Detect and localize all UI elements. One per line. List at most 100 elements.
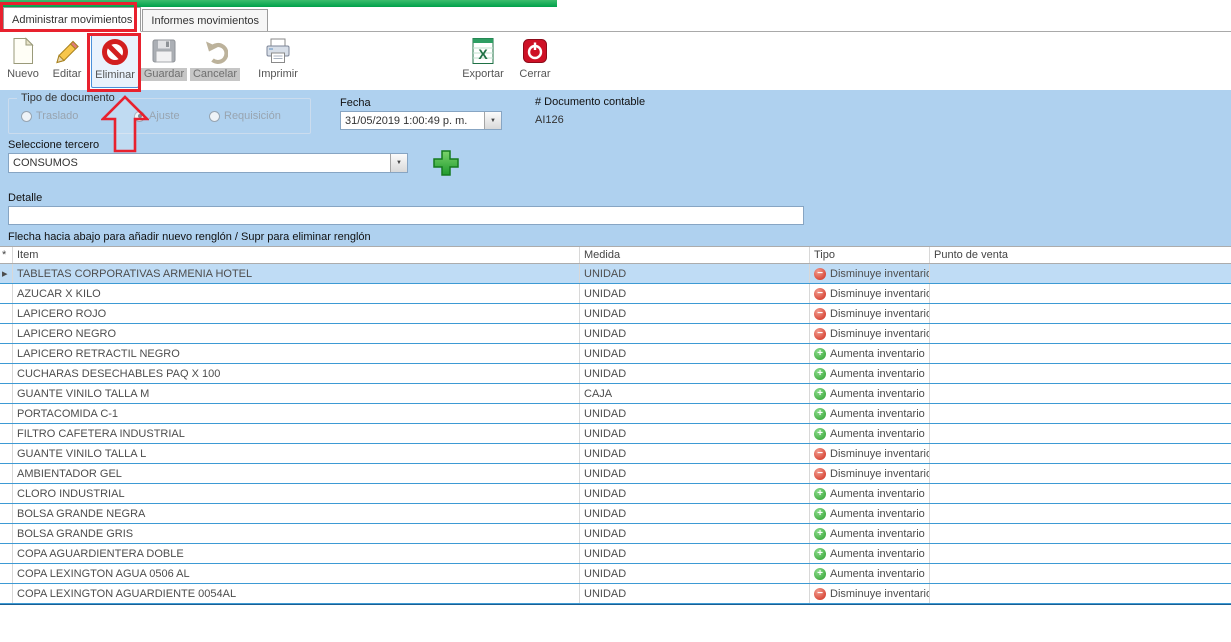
- grid-row[interactable]: BOLSA GRANDE GRIS UNIDAD + Aumenta inven…: [0, 524, 1231, 544]
- cell-medida: UNIDAD: [580, 464, 810, 483]
- col-header-medida[interactable]: Medida: [580, 247, 810, 263]
- grid-row[interactable]: BOLSA GRANDE NEGRA UNIDAD + Aumenta inve…: [0, 504, 1231, 524]
- tercero-dropdown-button[interactable]: ▼: [390, 154, 407, 172]
- grid-row[interactable]: LAPICERO NEGRO UNIDAD − Disminuye invent…: [0, 324, 1231, 344]
- increase-inventory-icon: +: [814, 488, 826, 500]
- cell-medida: UNIDAD: [580, 504, 810, 523]
- grid-row[interactable]: AZUCAR X KILO UNIDAD − Disminuye inventa…: [0, 284, 1231, 304]
- cell-tipo: − Disminuye inventario: [810, 264, 930, 283]
- eliminar-button[interactable]: Eliminar: [91, 34, 139, 88]
- cell-medida: UNIDAD: [580, 564, 810, 583]
- grid-row[interactable]: GUANTE VINILO TALLA L UNIDAD − Disminuye…: [0, 444, 1231, 464]
- grid-row[interactable]: CUCHARAS DESECHABLES PAQ X 100 UNIDAD + …: [0, 364, 1231, 384]
- cell-punto-de-venta: [930, 444, 1231, 463]
- grid-row[interactable]: COPA LEXINGTON AGUA 0506 AL UNIDAD + Aum…: [0, 564, 1231, 584]
- increase-inventory-icon: +: [814, 428, 826, 440]
- col-header-tipo[interactable]: Tipo: [810, 247, 930, 263]
- increase-inventory-icon: +: [814, 508, 826, 520]
- cell-item: COPA LEXINGTON AGUA 0506 AL: [13, 564, 580, 583]
- grid-row[interactable]: COPA LEXINGTON AGUARDIENTE 0054AL UNIDAD…: [0, 584, 1231, 604]
- cell-punto-de-venta: [930, 544, 1231, 563]
- grid-row[interactable]: LAPICERO RETRACTIL NEGRO UNIDAD + Aument…: [0, 344, 1231, 364]
- button-label: Cancelar: [190, 68, 240, 81]
- cell-item: TABLETAS CORPORATIVAS ARMENIA HOTEL: [13, 264, 580, 283]
- cell-medida: CAJA: [580, 384, 810, 403]
- row-indicator: [0, 404, 13, 423]
- documento-contable-label: # Documento contable: [535, 96, 645, 108]
- grid-body: ▸ TABLETAS CORPORATIVAS ARMENIA HOTEL UN…: [0, 264, 1231, 605]
- radio-ajuste[interactable]: Ajuste: [134, 110, 180, 122]
- grid-row[interactable]: CLORO INDUSTRIAL UNIDAD + Aumenta invent…: [0, 484, 1231, 504]
- increase-inventory-icon: +: [814, 348, 826, 360]
- decrease-inventory-icon: −: [814, 588, 826, 600]
- row-indicator: [0, 284, 13, 303]
- detalle-label: Detalle: [8, 192, 42, 204]
- radio-label: Ajuste: [149, 110, 180, 122]
- add-tercero-button[interactable]: [430, 149, 462, 181]
- groupbox-legend: Tipo de documento: [17, 92, 119, 104]
- increase-inventory-icon: +: [814, 548, 826, 560]
- cell-tipo-label: Disminuye inventario: [830, 268, 930, 280]
- radio-traslado[interactable]: Traslado: [21, 110, 78, 122]
- cell-punto-de-venta: [930, 464, 1231, 483]
- cell-tipo-label: Disminuye inventario: [830, 308, 930, 320]
- grid-row[interactable]: ▸ TABLETAS CORPORATIVAS ARMENIA HOTEL UN…: [0, 264, 1231, 284]
- cell-tipo: − Disminuye inventario: [810, 464, 930, 483]
- col-header-item[interactable]: Item: [13, 247, 580, 263]
- grid-row[interactable]: PORTACOMIDA C-1 UNIDAD + Aumenta inventa…: [0, 404, 1231, 424]
- cell-tipo-label: Aumenta inventario: [830, 568, 925, 580]
- decrease-inventory-icon: −: [814, 288, 826, 300]
- cell-item: LAPICERO NEGRO: [13, 324, 580, 343]
- cell-item: FILTRO CAFETERA INDUSTRIAL: [13, 424, 580, 443]
- col-header-punto-de-venta[interactable]: Punto de venta: [930, 247, 1231, 263]
- cell-punto-de-venta: [930, 404, 1231, 423]
- radio-label: Requisición: [224, 110, 281, 122]
- cell-tipo: + Aumenta inventario: [810, 384, 930, 403]
- cancelar-button[interactable]: Cancelar: [189, 34, 241, 88]
- chevron-down-icon: ▼: [396, 160, 402, 166]
- cell-medida: UNIDAD: [580, 424, 810, 443]
- increase-inventory-icon: +: [814, 368, 826, 380]
- imprimir-button[interactable]: Imprimir: [253, 34, 303, 88]
- tercero-combobox[interactable]: CONSUMOS ▼: [8, 153, 408, 173]
- save-floppy-icon: [149, 36, 179, 66]
- decrease-inventory-icon: −: [814, 328, 826, 340]
- cell-punto-de-venta: [930, 484, 1231, 503]
- editar-button[interactable]: Editar: [45, 34, 89, 88]
- exportar-button[interactable]: X Exportar: [458, 34, 508, 88]
- row-indicator: [0, 344, 13, 363]
- cell-medida: UNIDAD: [580, 344, 810, 363]
- excel-export-icon: X: [468, 36, 498, 66]
- row-indicator: [0, 484, 13, 503]
- cell-tipo-label: Aumenta inventario: [830, 508, 925, 520]
- button-label: Imprimir: [258, 68, 298, 81]
- cell-tipo-label: Aumenta inventario: [830, 348, 925, 360]
- grid-row[interactable]: GUANTE VINILO TALLA M CAJA + Aumenta inv…: [0, 384, 1231, 404]
- grid-row[interactable]: COPA AGUARDIENTERA DOBLE UNIDAD + Aument…: [0, 544, 1231, 564]
- fecha-picker[interactable]: ▼: [340, 111, 502, 130]
- grid-row[interactable]: LAPICERO ROJO UNIDAD − Disminuye inventa…: [0, 304, 1231, 324]
- cell-tipo-label: Aumenta inventario: [830, 388, 925, 400]
- fecha-input[interactable]: [341, 112, 484, 129]
- radio-requisicion[interactable]: Requisición: [209, 110, 281, 122]
- cell-punto-de-venta: [930, 364, 1231, 383]
- detalle-input[interactable]: [8, 206, 804, 225]
- grid-row[interactable]: AMBIENTADOR GEL UNIDAD − Disminuye inven…: [0, 464, 1231, 484]
- fecha-dropdown-button[interactable]: ▼: [484, 112, 501, 129]
- cell-tipo-label: Aumenta inventario: [830, 368, 925, 380]
- row-indicator: [0, 364, 13, 383]
- increase-inventory-icon: +: [814, 528, 826, 540]
- grid-row[interactable]: FILTRO CAFETERA INDUSTRIAL UNIDAD + Aume…: [0, 424, 1231, 444]
- nuevo-button[interactable]: Nuevo: [2, 34, 44, 88]
- row-indicator: [0, 464, 13, 483]
- cell-item: COPA AGUARDIENTERA DOBLE: [13, 544, 580, 563]
- guardar-button[interactable]: Guardar: [140, 34, 188, 88]
- tab-informes-movimientos[interactable]: Informes movimientos: [142, 9, 268, 31]
- cell-punto-de-venta: [930, 524, 1231, 543]
- increase-inventory-icon: +: [814, 568, 826, 580]
- tercero-label: Seleccione tercero: [8, 139, 99, 151]
- tab-administrar-movimientos[interactable]: Administrar movimientos: [3, 7, 141, 32]
- cell-tipo-label: Disminuye inventario: [830, 588, 930, 600]
- tab-label: Informes movimientos: [151, 15, 259, 27]
- cerrar-button[interactable]: Cerrar: [512, 34, 558, 88]
